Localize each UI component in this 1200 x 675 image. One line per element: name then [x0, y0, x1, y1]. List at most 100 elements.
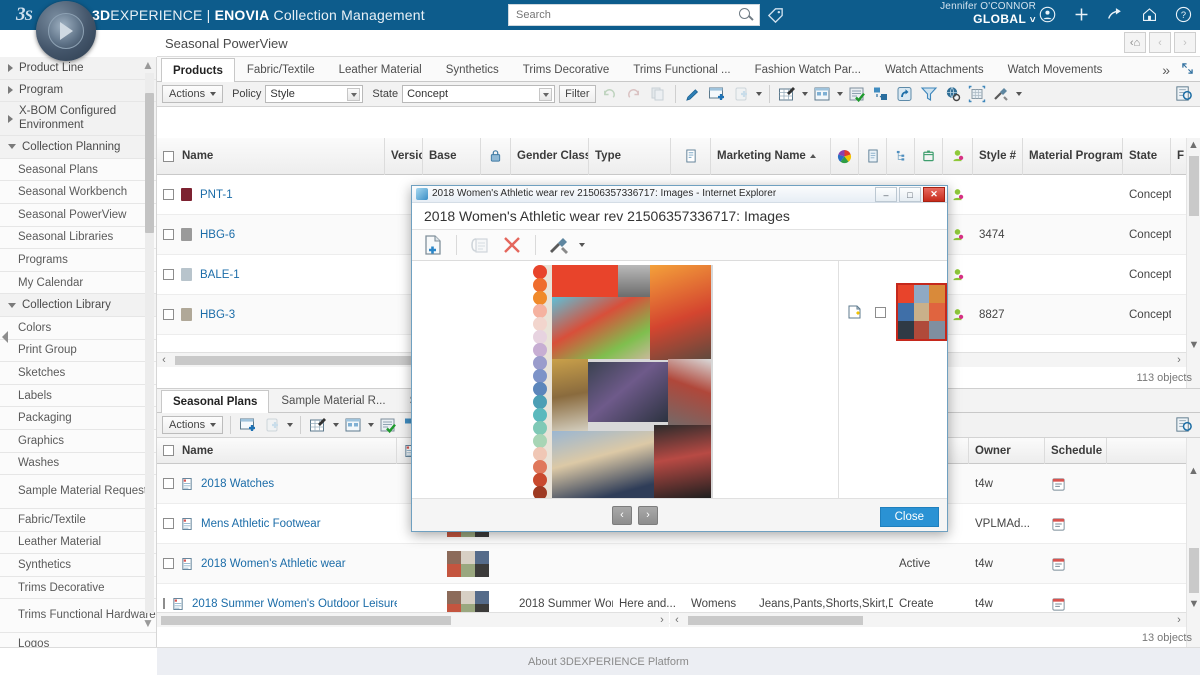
state-select[interactable]: Concept	[402, 85, 555, 103]
sidebar-item-trims-decorative[interactable]: Trims Decorative	[0, 577, 156, 600]
user-scope[interactable]: GLOBAL ˅	[940, 13, 1036, 27]
products-col-color-wheel-icon[interactable]	[831, 138, 859, 175]
seasonal-hscroll-left-thumb[interactable]	[161, 616, 451, 625]
minimize-button[interactable]: –	[875, 187, 897, 202]
product-name-link[interactable]: BALE-1	[200, 269, 240, 281]
sidebar-item-sketches[interactable]: Sketches	[0, 362, 156, 385]
actions-button[interactable]: Actions	[162, 85, 223, 103]
seasonal-col-schedule[interactable]: Schedule	[1045, 438, 1107, 464]
products-col-style[interactable]: Style #	[973, 138, 1023, 175]
redo-icon[interactable]	[624, 84, 644, 104]
sidebar-item-seasonal-plans[interactable]: Seasonal Plans	[0, 159, 156, 182]
sidebar-item-programs[interactable]: Programs	[0, 249, 156, 272]
chevron-right-icon[interactable]	[8, 115, 13, 123]
sidebar-item-logos[interactable]: Logos	[0, 633, 156, 647]
tools-icon[interactable]	[991, 84, 1011, 104]
seasonal-plans-hscrollbar-left[interactable]: ›	[157, 612, 669, 627]
row-checkbox[interactable]	[163, 269, 174, 280]
seasonal-plans-vscrollbar[interactable]: ▲ ▼	[1186, 438, 1200, 647]
sidebar-item-colors[interactable]: Colors	[0, 317, 156, 340]
row-checkbox[interactable]	[163, 598, 165, 609]
sidebar-item-washes[interactable]: Washes	[0, 453, 156, 476]
sidebar-item-my-calendar[interactable]: My Calendar	[0, 272, 156, 295]
search-box[interactable]	[508, 4, 760, 26]
row-checkbox[interactable]	[163, 558, 174, 569]
search-input[interactable]	[509, 6, 736, 24]
tab-trims-decorative[interactable]: Trims Decorative	[511, 57, 621, 81]
table-edit-icon[interactable]	[777, 84, 797, 104]
table-dropdown-caret[interactable]	[802, 92, 808, 96]
seasonal-plans-scroll-up[interactable]: ▲	[1187, 464, 1200, 478]
thumbnail-checkbox[interactable]	[875, 307, 886, 318]
filter-funnel-icon[interactable]	[919, 84, 939, 104]
chevron-right-icon[interactable]	[8, 64, 13, 72]
plan-name-link[interactable]: 2018 Women's Athletic wear	[201, 558, 346, 570]
image-preview-area[interactable]	[412, 261, 839, 498]
seasonal-col-owner[interactable]: Owner	[969, 438, 1045, 464]
tab-watch-attachments[interactable]: Watch Attachments	[873, 57, 996, 81]
chevron-down-icon[interactable]	[8, 303, 16, 308]
nav-next-button[interactable]: ›	[1174, 32, 1196, 53]
product-name-link[interactable]: HBG-3	[200, 309, 235, 321]
new-window-add-icon[interactable]	[707, 84, 727, 104]
select-grid-icon[interactable]	[967, 84, 987, 104]
plan-name-link[interactable]: 2018 Watches	[201, 478, 274, 490]
compare-icon[interactable]	[871, 84, 891, 104]
card-view-dropdown-caret-2[interactable]	[368, 423, 374, 427]
tools-icon-modal[interactable]	[546, 232, 572, 258]
undo-icon[interactable]	[600, 84, 620, 104]
products-scroll-down[interactable]: ▼	[1187, 338, 1200, 352]
product-name-link[interactable]: PNT-1	[200, 189, 233, 201]
sidebar-item-x-bom-configured-environment[interactable]: X-BOM Configured Environment	[0, 102, 156, 136]
filter-button[interactable]: Filter	[559, 85, 595, 103]
user-profile-block[interactable]: Jennifer O'CONNOR GLOBAL ˅	[940, 1, 1036, 26]
products-col-page-icon[interactable]	[859, 138, 887, 175]
actions-button-2[interactable]: Actions	[162, 416, 223, 434]
sidebar-item-fabric-textile[interactable]: Fabric/Textile	[0, 509, 156, 532]
sidebar-item-seasonal-workbench[interactable]: Seasonal Workbench	[0, 181, 156, 204]
chevron-down-icon[interactable]	[8, 144, 16, 149]
sidebar-scroll-down[interactable]: ▼	[142, 617, 154, 629]
sidebar-item-seasonal-libraries[interactable]: Seasonal Libraries	[0, 227, 156, 250]
search-icon[interactable]	[736, 5, 756, 25]
image-next-button[interactable]: ›	[638, 506, 658, 525]
copy-icon[interactable]	[648, 84, 668, 104]
new-window-add-icon-2[interactable]	[238, 415, 258, 435]
seasonal-hscroll2-right-arrow[interactable]: ›	[1172, 613, 1186, 627]
tab-synthetics[interactable]: Synthetics	[434, 57, 511, 81]
tag-icon[interactable]	[766, 6, 785, 28]
products-col-document-icon[interactable]	[671, 138, 711, 175]
products-col-f[interactable]: F	[1171, 138, 1187, 175]
modal-tools-dropdown-caret[interactable]	[579, 243, 585, 247]
plan-name-link[interactable]: Mens Athletic Footwear	[201, 518, 321, 530]
chevron-right-icon[interactable]	[8, 86, 13, 94]
products-col-package-icon[interactable]	[915, 138, 943, 175]
search-globe-icon[interactable]	[943, 84, 963, 104]
account-icon[interactable]	[1036, 3, 1058, 25]
table-dropdown-caret-2[interactable]	[333, 423, 339, 427]
seasonal-plans-scroll-thumb[interactable]	[1189, 548, 1199, 593]
row-checkbox[interactable]	[163, 518, 174, 529]
sidebar-item-collection-library[interactable]: Collection Library	[0, 294, 156, 317]
images-modal-dialog[interactable]: 2018 Women's Athletic wear rev 215063573…	[411, 185, 948, 532]
products-col-name[interactable]: Name	[157, 138, 385, 175]
sidebar-item-labels[interactable]: Labels	[0, 385, 156, 408]
products-col-marketing-name[interactable]: Marketing Name	[711, 138, 831, 175]
schedule-icon[interactable]	[1051, 476, 1066, 492]
card-view-icon-2[interactable]	[343, 415, 363, 435]
product-name-link[interactable]: HBG-6	[200, 229, 235, 241]
sidebar-item-trims-functional-hardware[interactable]: Trims Functional Hardware	[0, 599, 156, 633]
seasonal-plans-hscrollbar-right[interactable]: ‹ ›	[670, 612, 1186, 627]
sidebar-item-print-group[interactable]: Print Group	[0, 340, 156, 363]
add-image-icon[interactable]	[847, 304, 863, 320]
card-view-icon[interactable]	[812, 84, 832, 104]
sidebar-item-program[interactable]: Program	[0, 80, 156, 103]
sidebar-item-graphics[interactable]: Graphics	[0, 430, 156, 453]
products-hscroll-left-arrow[interactable]: ‹	[157, 353, 171, 367]
seasonal-hscroll2-thumb[interactable]	[688, 616, 863, 625]
plan-thumbnail[interactable]	[447, 551, 489, 577]
nav-prev-button[interactable]: ‹	[1149, 32, 1171, 53]
sidebar-item-synthetics[interactable]: Synthetics	[0, 554, 156, 577]
modal-title-bar[interactable]: 2018 Women's Athletic wear rev 215063573…	[412, 186, 947, 203]
sidebar-item-sample-material-requests[interactable]: Sample Material Requests	[0, 475, 156, 509]
